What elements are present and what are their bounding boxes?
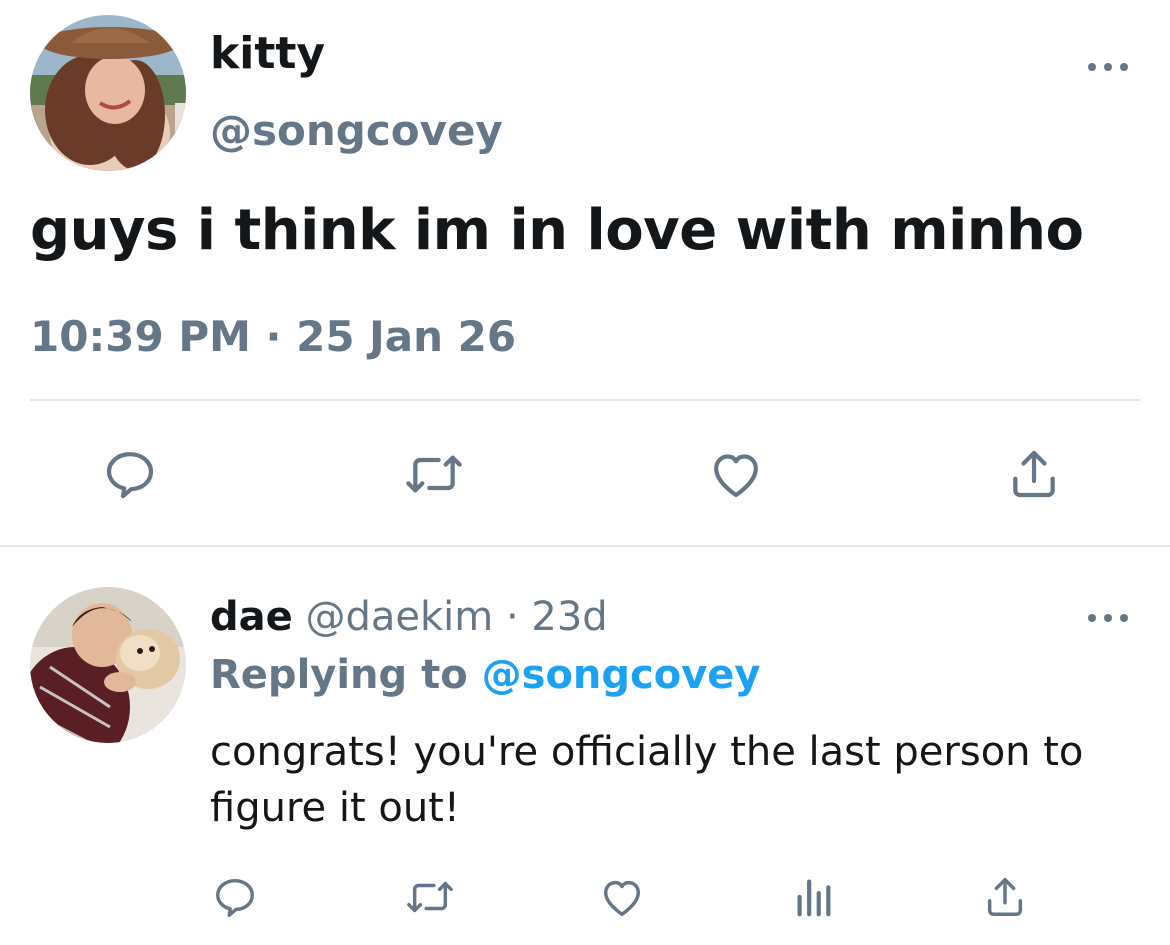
divider [30, 399, 1140, 401]
retweet-icon[interactable] [402, 444, 466, 504]
replying-to: Replying to @songcovey [210, 652, 761, 698]
reply-icon[interactable] [210, 872, 260, 922]
reply-author-handle[interactable]: @daekim [305, 594, 493, 640]
reply-author-name[interactable]: dae [210, 594, 293, 640]
avatar-kitty[interactable] [30, 15, 186, 171]
tweet-timestamp[interactable]: 10:39 PM · 25 Jan 26 [30, 312, 516, 361]
analytics-icon[interactable] [790, 872, 836, 922]
author-handle[interactable]: @songcovey [210, 106, 503, 155]
reply-age[interactable]: 23d [531, 594, 607, 640]
share-icon[interactable] [980, 872, 1030, 922]
reply-text: congrats! you're officially the last per… [210, 729, 1084, 831]
separator-dot: · [505, 594, 519, 640]
divider [0, 545, 1170, 547]
retweet-icon[interactable] [403, 872, 457, 922]
replying-to-handle[interactable]: @songcovey [482, 652, 761, 698]
like-icon[interactable] [597, 872, 647, 922]
tweet-text: guys i think im in love with minho [30, 198, 1084, 263]
author-name[interactable]: kitty [210, 28, 325, 79]
more-icon[interactable] [1088, 57, 1128, 77]
reply-header: dae @daekim · 23d [210, 594, 608, 640]
share-icon[interactable] [1004, 444, 1064, 504]
more-icon[interactable] [1088, 608, 1128, 628]
replying-to-label: Replying to [210, 652, 468, 698]
reply-icon[interactable] [100, 444, 160, 504]
avatar-dae[interactable] [30, 587, 186, 743]
like-icon[interactable] [706, 444, 766, 504]
